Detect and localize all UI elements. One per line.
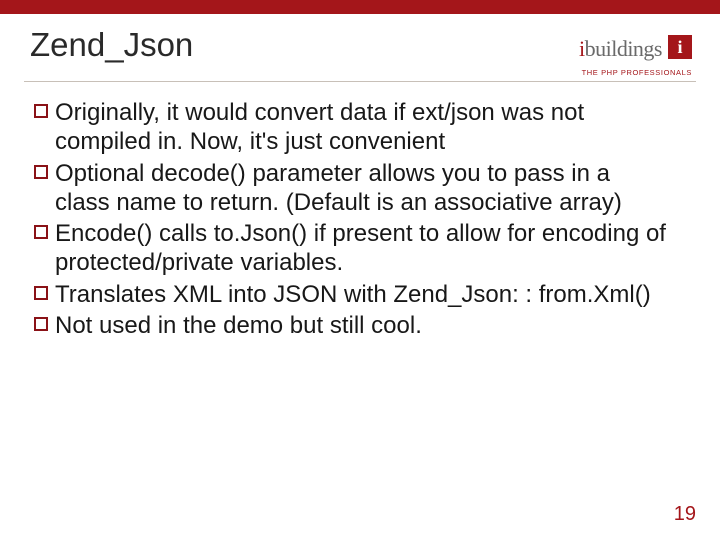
square-bullet-icon (34, 104, 48, 118)
brand-box-icon: i (668, 35, 692, 59)
square-bullet-icon (34, 165, 48, 179)
square-bullet-icon (34, 225, 48, 239)
square-bullet-icon (34, 317, 48, 331)
brand-name-rest: buildings (585, 36, 662, 61)
bullet-text: Not used in the demo but still cool. (55, 311, 422, 340)
bullet-text: Originally, it would convert data if ext… (55, 98, 666, 157)
slide-title: Zend_Json (30, 26, 193, 64)
list-item: Originally, it would convert data if ext… (34, 98, 666, 157)
brand-tagline: THE PHP PROFESSIONALS (582, 68, 692, 77)
bullet-text: Translates XML into JSON with Zend_Json:… (55, 280, 651, 309)
brand-name: ibuildings (579, 36, 662, 62)
header: Zend_Json ibuildings i THE PHP PROFESSIO… (24, 14, 696, 82)
slide: Zend_Json ibuildings i THE PHP PROFESSIO… (0, 0, 720, 540)
square-bullet-icon (34, 286, 48, 300)
brand-tagline-wrap: THE PHP PROFESSIONALS (582, 62, 692, 80)
page-number: 19 (674, 503, 696, 526)
list-item: Not used in the demo but still cool. (34, 311, 666, 340)
content-area: Originally, it would convert data if ext… (34, 98, 666, 342)
list-item: Translates XML into JSON with Zend_Json:… (34, 280, 666, 309)
bullet-text: Optional decode() parameter allows you t… (55, 159, 666, 218)
list-item: Optional decode() parameter allows you t… (34, 159, 666, 218)
list-item: Encode() calls to.Json() if present to a… (34, 219, 666, 278)
top-accent-bar (0, 0, 720, 14)
bullet-text: Encode() calls to.Json() if present to a… (55, 219, 666, 278)
brand-logo: ibuildings i (579, 36, 692, 62)
